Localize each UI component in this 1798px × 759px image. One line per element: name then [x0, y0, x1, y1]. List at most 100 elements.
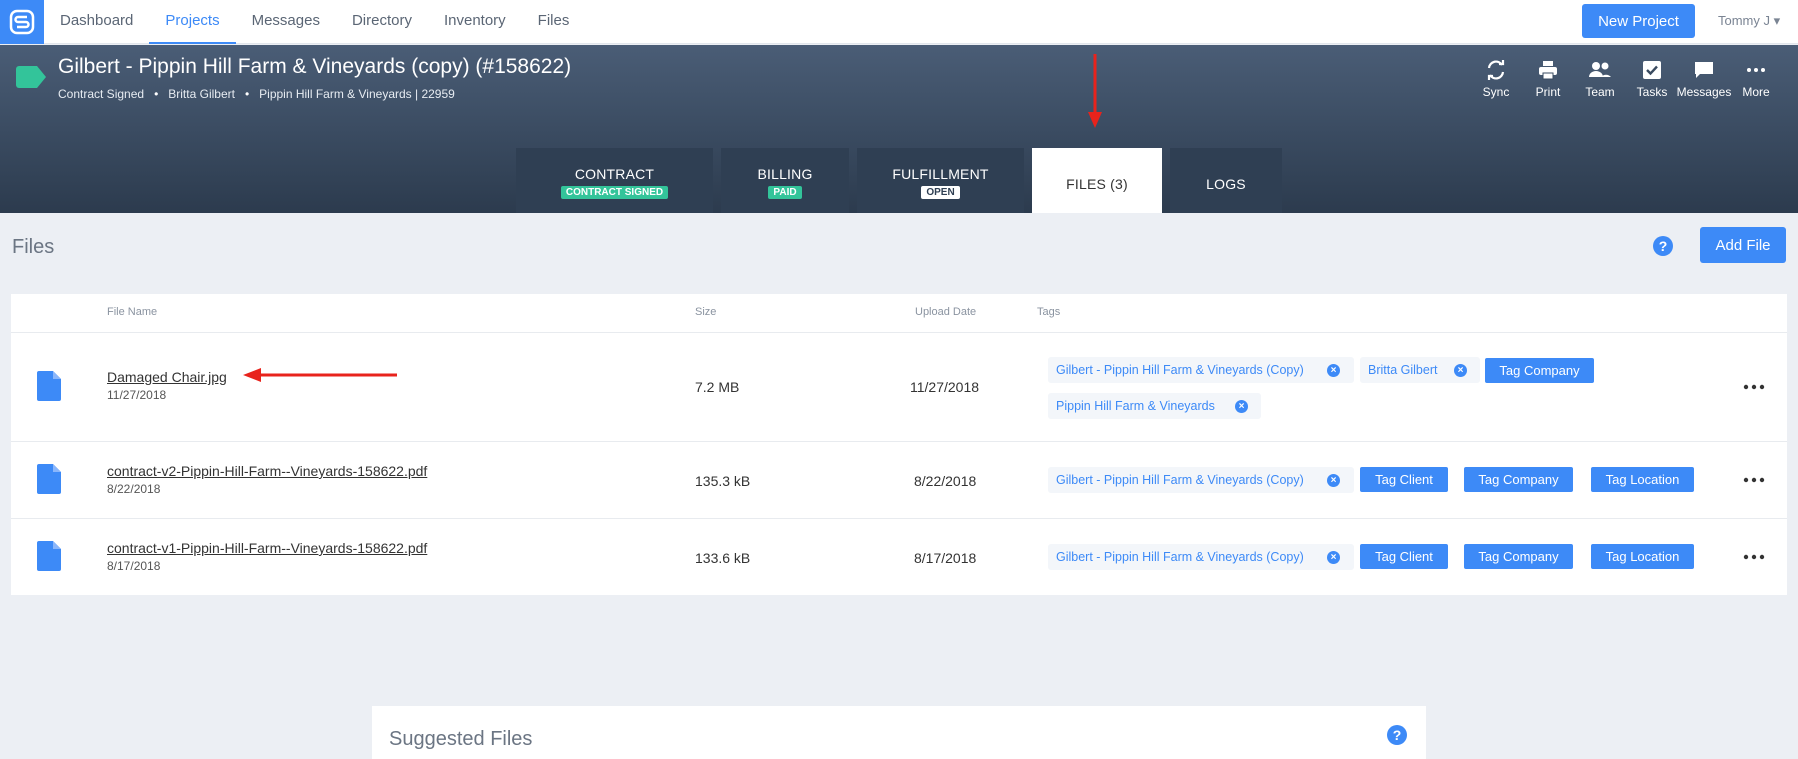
print-label: Print [1535, 85, 1561, 99]
remove-tag-icon[interactable]: × [1327, 551, 1340, 564]
nav-projects[interactable]: Projects [149, 0, 236, 44]
row-more-icon[interactable] [1742, 472, 1766, 488]
files-heading: Files [12, 236, 55, 258]
sync-icon [1487, 60, 1505, 80]
tasks-label: Tasks [1636, 85, 1668, 99]
project-header: Gilbert - Pippin Hill Farm & Vineyards (… [0, 45, 1798, 213]
more-button[interactable]: More [1725, 59, 1787, 99]
tag-chip-label: Britta Gilbert [1368, 363, 1438, 377]
tasks-icon [1643, 61, 1661, 79]
main-nav: Dashboard Projects Messages Directory In… [44, 0, 585, 44]
file-sub-date: 8/17/2018 [107, 559, 161, 573]
tab-contract[interactable]: CONTRACT CONTRACT SIGNED [516, 148, 713, 213]
file-sub-date: 11/27/2018 [107, 388, 167, 402]
project-tag-icon [16, 66, 46, 93]
file-size: 7.2 MB [695, 379, 740, 395]
caret-down-icon: ▾ [1773, 13, 1781, 28]
file-name-link[interactable]: Damaged Chair.jpg [107, 369, 227, 385]
logo-icon[interactable] [0, 0, 44, 44]
tag-chip[interactable]: Gilbert - Pippin Hill Farm & Vineyards (… [1048, 544, 1354, 570]
project-meta: Contract Signed • Britta Gilbert • Pippin … [58, 87, 455, 101]
file-name-link[interactable]: contract-v1-Pippin-Hill-Farm--Vineyards-… [107, 540, 427, 556]
more-label: More [1742, 85, 1770, 99]
project-title: Gilbert - Pippin Hill Farm & Vineyards (… [58, 55, 572, 78]
help-icon[interactable]: ? [1386, 724, 1408, 751]
file-icon [37, 541, 61, 571]
tag-client-button[interactable]: Tag Client [1360, 544, 1448, 569]
table-row: contract-v1-Pippin-Hill-Farm--Vineyards-… [11, 518, 1787, 595]
suggested-files-panel: Suggested Files ? [372, 706, 1426, 759]
print-icon [1539, 61, 1557, 80]
svg-text:?: ? [1659, 238, 1668, 254]
tag-location-button[interactable]: Tag Location [1591, 467, 1694, 492]
remove-tag-icon[interactable]: × [1327, 364, 1340, 377]
header-upload-date: Upload Date [915, 306, 977, 318]
remove-tag-icon[interactable]: × [1327, 474, 1340, 487]
remove-tag-icon[interactable]: × [1235, 400, 1248, 413]
tag-chip-label: Gilbert - Pippin Hill Farm & Vineyards (… [1056, 550, 1304, 564]
header-size: Size [695, 306, 717, 318]
tag-chip-label: Gilbert - Pippin Hill Farm & Vineyards (… [1056, 363, 1304, 377]
top-nav: Dashboard Projects Messages Directory In… [0, 0, 1798, 44]
tab-fulfillment-label: FULFILLMENT [892, 166, 989, 182]
user-name: Tommy J [1718, 13, 1770, 28]
tag-chip[interactable]: Gilbert - Pippin Hill Farm & Vineyards (… [1048, 467, 1354, 493]
row-more-icon[interactable] [1742, 549, 1766, 565]
tag-company-button[interactable]: Tag Company [1485, 358, 1594, 383]
meta-separator: • [154, 87, 159, 101]
file-icon [37, 371, 61, 401]
fulfillment-status-badge: OPEN [921, 186, 960, 199]
table-row: Damaged Chair.jpg 11/27/2018 7.2 MB 11/2… [11, 332, 1787, 441]
add-file-button[interactable]: Add File [1700, 227, 1786, 263]
project-venue: Pippin Hill Farm & Vineyards | 22959 [259, 87, 455, 101]
row-more-icon[interactable] [1742, 379, 1766, 395]
file-icon [37, 464, 61, 494]
messages-label: Messages [1676, 85, 1732, 99]
file-upload-date: 8/22/2018 [914, 473, 977, 489]
nav-messages[interactable]: Messages [236, 0, 336, 44]
tab-logs[interactable]: LOGS [1170, 148, 1282, 213]
header-file-name: File Name [107, 306, 158, 318]
tag-company-button[interactable]: Tag Company [1464, 544, 1573, 569]
nav-directory[interactable]: Directory [336, 0, 428, 44]
tag-chip-label: Pippin Hill Farm & Vineyards [1056, 399, 1215, 413]
table-row: contract-v2-Pippin-Hill-Farm--Vineyards-… [11, 441, 1787, 518]
project-client: Britta Gilbert [168, 87, 235, 101]
tab-billing[interactable]: BILLING PAID [721, 148, 849, 213]
new-project-button[interactable]: New Project [1582, 4, 1695, 38]
tab-logs-label: LOGS [1206, 176, 1246, 192]
file-upload-date: 8/17/2018 [914, 550, 977, 566]
tab-billing-label: BILLING [757, 166, 813, 182]
remove-tag-icon[interactable]: × [1454, 364, 1467, 377]
help-icon[interactable]: ? [1652, 235, 1674, 262]
more-icon [1747, 68, 1765, 72]
nav-inventory[interactable]: Inventory [428, 0, 522, 44]
tab-files-label: FILES (3) [1066, 176, 1128, 192]
tag-client-button[interactable]: Tag Client [1360, 467, 1448, 492]
team-icon [1589, 62, 1611, 77]
suggested-files-heading: Suggested Files [389, 728, 533, 750]
file-upload-date: 11/27/2018 [910, 379, 980, 395]
tag-chip[interactable]: Pippin Hill Farm & Vineyards [1048, 393, 1261, 419]
contract-status-badge: CONTRACT SIGNED [560, 186, 669, 199]
svg-text:?: ? [1393, 727, 1402, 743]
billing-status-badge: PAID [768, 186, 802, 199]
file-size: 133.6 kB [695, 550, 751, 566]
file-name-link[interactable]: contract-v2-Pippin-Hill-Farm--Vineyards-… [107, 463, 427, 479]
meta-separator: • [244, 87, 250, 101]
tab-fulfillment[interactable]: FULFILLMENT OPEN [857, 148, 1024, 213]
tab-contract-label: CONTRACT [574, 166, 655, 182]
tag-chip-label: Gilbert - Pippin Hill Farm & Vineyards (… [1056, 473, 1304, 487]
header-tags: Tags [1037, 306, 1061, 318]
tag-location-button[interactable]: Tag Location [1591, 544, 1694, 569]
file-size: 135.3 kB [695, 473, 751, 489]
nav-dashboard[interactable]: Dashboard [44, 0, 149, 44]
sync-label: Sync [1482, 85, 1510, 99]
nav-files[interactable]: Files [522, 0, 586, 44]
tag-chip[interactable]: Gilbert - Pippin Hill Farm & Vineyards (… [1048, 357, 1354, 383]
tab-files[interactable]: FILES (3) [1032, 148, 1162, 213]
tag-company-button[interactable]: Tag Company [1464, 467, 1573, 492]
user-menu[interactable]: Tommy J ▾ [1718, 13, 1780, 29]
team-label: Team [1585, 85, 1615, 99]
project-status: Contract Signed [58, 87, 145, 101]
